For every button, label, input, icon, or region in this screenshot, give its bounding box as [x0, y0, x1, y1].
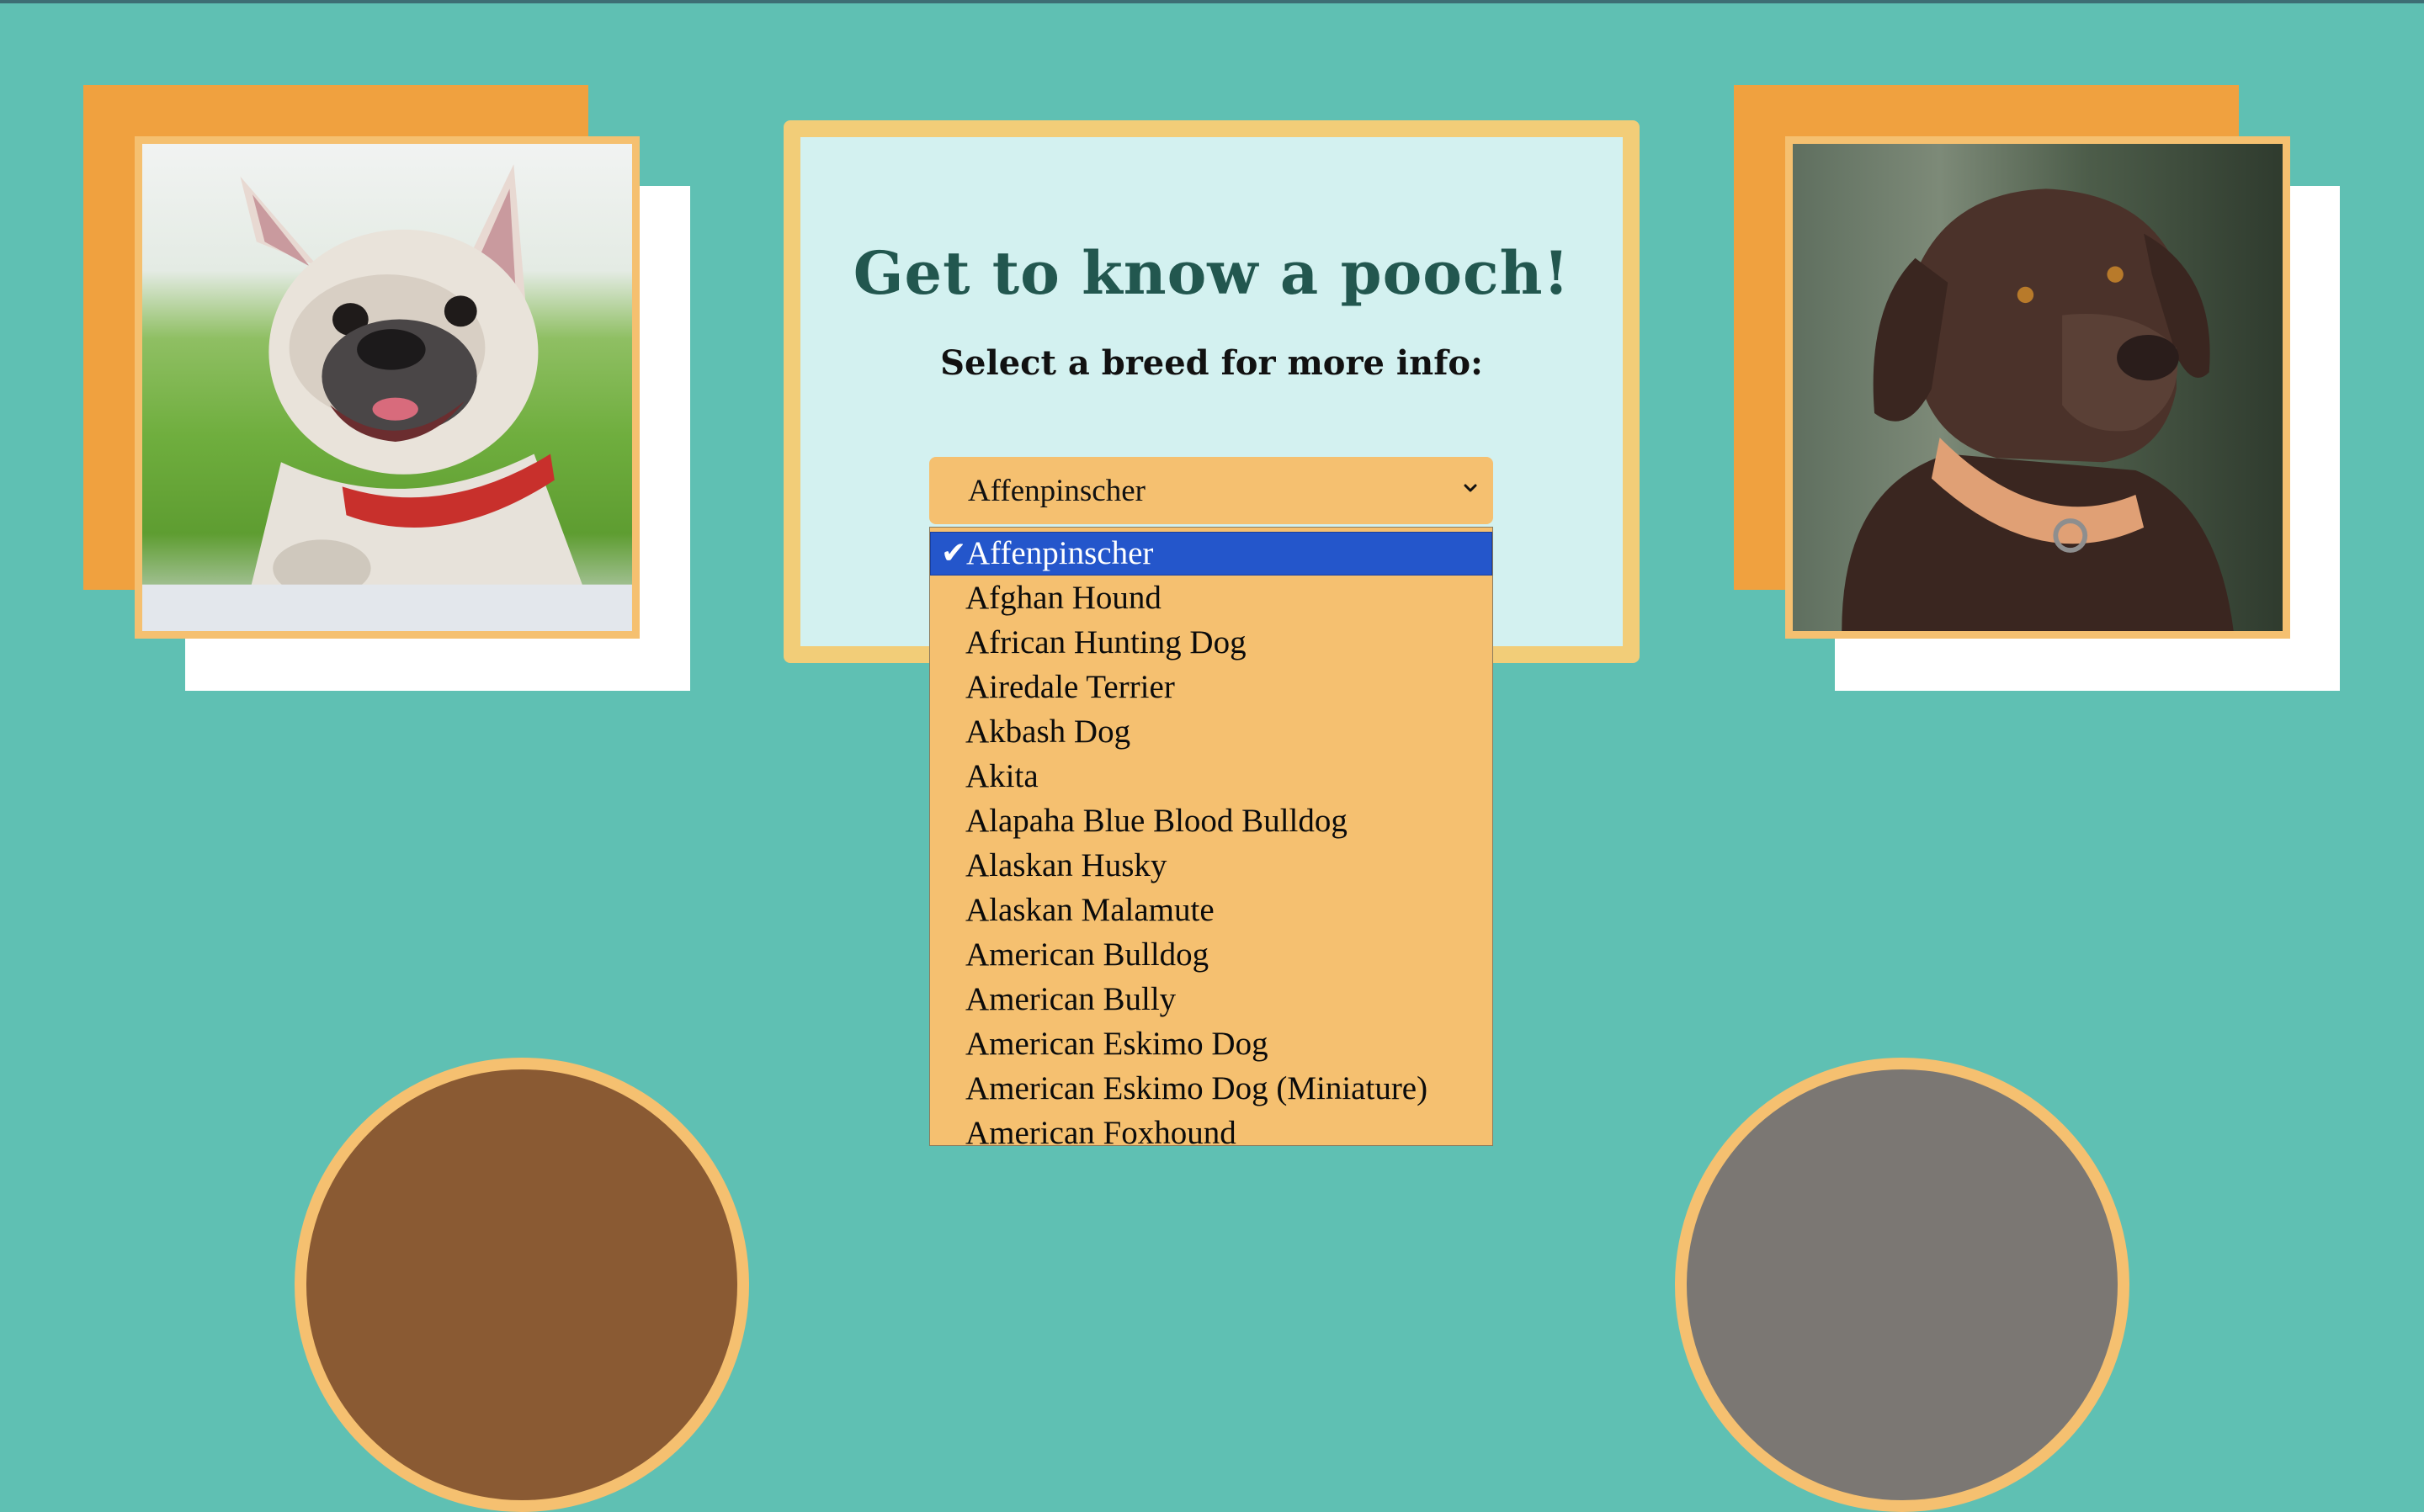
breed-option-label: American Eskimo Dog: [965, 1026, 1268, 1062]
breed-option-label: Alaskan Malamute: [965, 892, 1215, 928]
breed-option[interactable]: ✔ Affenpinscher: [930, 532, 1492, 576]
chevron-down-icon: [1464, 484, 1477, 492]
breed-option[interactable]: Akbash Dog: [930, 709, 1492, 754]
chocolate-labrador-photo: [1785, 136, 2290, 639]
breed-option-label: American Bully: [965, 981, 1177, 1017]
breed-option-label: American Eskimo Dog (Miniature): [965, 1070, 1428, 1106]
page-title: Get to know a pooch!: [853, 238, 1571, 308]
breed-select[interactable]: Affenpinscher: [929, 457, 1493, 524]
bottom-right-circle-photo: [1675, 1058, 2129, 1512]
breed-option[interactable]: Alaskan Husky: [930, 843, 1492, 888]
breed-option[interactable]: American Bulldog: [930, 932, 1492, 977]
breed-option-label: African Hunting Dog: [965, 624, 1247, 661]
breed-option-label: Airedale Terrier: [965, 669, 1175, 705]
checkmark-icon: ✔: [941, 536, 967, 570]
breed-option[interactable]: Alapaha Blue Blood Bulldog: [930, 798, 1492, 843]
top-border: [0, 0, 2424, 3]
breed-option-label: Affenpinscher: [966, 535, 1154, 571]
breed-dropdown-list[interactable]: ✔ Affenpinscher Afghan Hound African Huntin…: [929, 527, 1493, 1146]
breed-option[interactable]: Airedale Terrier: [930, 665, 1492, 709]
breed-option-label: American Bulldog: [965, 936, 1209, 973]
breed-select-value: Affenpinscher: [968, 473, 1146, 508]
breed-option[interactable]: Akita: [930, 754, 1492, 798]
breed-option-label: Alaskan Husky: [965, 847, 1167, 883]
breed-option-label: Afghan Hound: [965, 580, 1162, 616]
bottom-left-circle-photo: [295, 1058, 749, 1512]
breed-option[interactable]: African Hunting Dog: [930, 620, 1492, 665]
french-bulldog-image: [142, 164, 632, 631]
breed-option[interactable]: American Bully: [930, 977, 1492, 1021]
breed-option-label: Alapaha Blue Blood Bulldog: [965, 803, 1348, 839]
breed-option[interactable]: Afghan Hound: [930, 576, 1492, 620]
breed-option-label: Akita: [965, 758, 1039, 794]
breed-option-label: Akbash Dog: [965, 714, 1131, 750]
breed-option-label: American Foxhound: [965, 1115, 1236, 1146]
breed-prompt: Select a breed for more info:: [940, 343, 1483, 383]
breed-option[interactable]: American Eskimo Dog: [930, 1021, 1492, 1066]
chocolate-labrador-image: [1842, 188, 2234, 631]
breed-option[interactable]: American Eskimo Dog (Miniature): [930, 1066, 1492, 1111]
breed-option[interactable]: Alaskan Malamute: [930, 888, 1492, 932]
french-bulldog-photo: [135, 136, 640, 639]
breed-option[interactable]: American Foxhound: [930, 1111, 1492, 1146]
